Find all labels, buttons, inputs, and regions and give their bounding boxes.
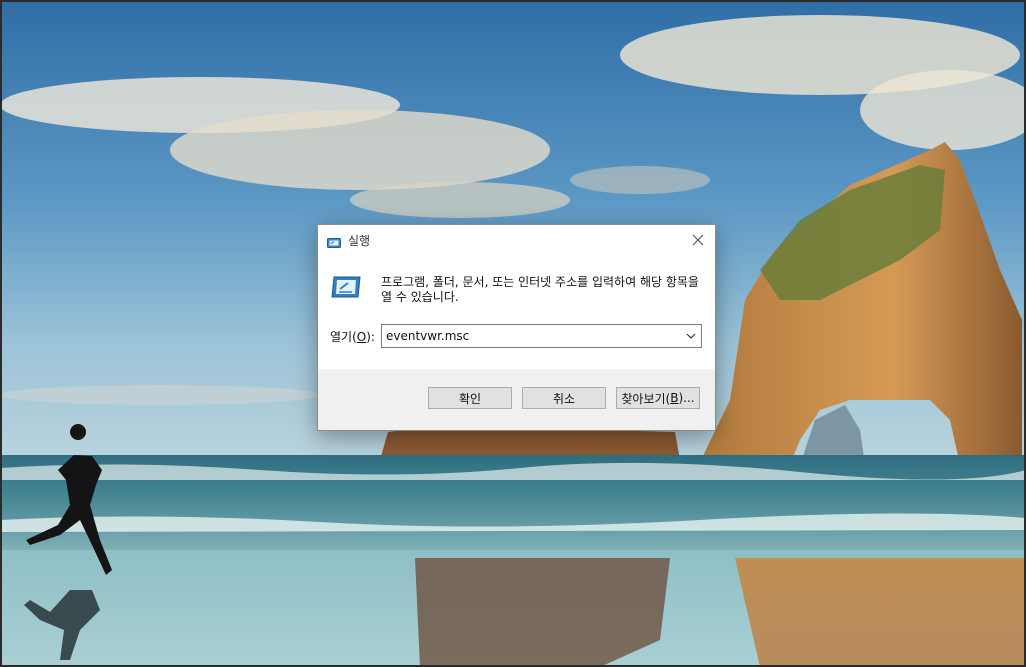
browse-button-end: )... [678,391,695,405]
desktop: 실행 프로그램, 폴더, 문서, 또는 인터넷 주소를 입력하여 해당 항목을 … [0,0,1026,667]
cancel-button-label: 취소 [552,391,576,406]
ok-button[interactable]: 확인 [428,387,512,409]
open-label-text: 열기( [330,330,357,344]
open-label: 열기(O): [330,328,375,345]
run-large-icon [330,274,362,300]
open-label-end: ): [366,330,375,344]
ok-button-label: 확인 [458,391,482,406]
open-label-accesskey: O [356,330,367,344]
dialog-titlebar[interactable]: 실행 [318,225,715,255]
chevron-down-icon [686,333,696,339]
open-combobox[interactable] [381,324,702,348]
close-icon [692,234,704,246]
dialog-content: 프로그램, 폴더, 문서, 또는 인터넷 주소를 입력하여 해당 항목을 열 수… [318,255,715,369]
run-icon [327,234,341,248]
command-input[interactable] [382,325,676,347]
browse-button-label: 찾아보기( [621,391,671,406]
browse-accesskey: B [670,391,679,405]
run-dialog: 실행 프로그램, 폴더, 문서, 또는 인터넷 주소를 입력하여 해당 항목을 … [317,224,716,431]
close-button[interactable] [681,225,715,255]
dialog-description: 프로그램, 폴더, 문서, 또는 인터넷 주소를 입력하여 해당 항목을 열 수… [381,275,699,304]
dropdown-button[interactable] [683,329,699,343]
cancel-button[interactable]: 취소 [522,387,606,409]
dialog-title: 실행 [348,234,371,248]
browse-button[interactable]: 찾아보기(B)... [616,387,700,409]
